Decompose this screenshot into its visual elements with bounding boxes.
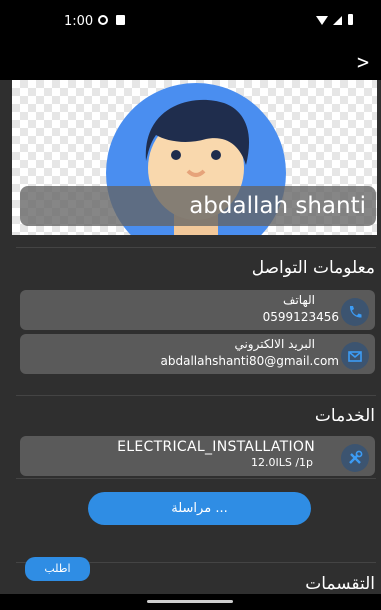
forward-chevron-icon[interactable]: > xyxy=(357,50,369,74)
home-handle[interactable] xyxy=(147,600,233,603)
reviews-section-title: التقسمات xyxy=(305,574,375,594)
divider xyxy=(16,395,376,396)
service-price: 12.0ILS /1p xyxy=(250,456,313,469)
phone-card[interactable]: الهاتف 0599123456 xyxy=(20,290,375,330)
signal-icon xyxy=(333,16,342,25)
phone-icon[interactable] xyxy=(341,298,369,326)
order-button[interactable]: اطلب xyxy=(25,557,90,581)
message-button[interactable]: مراسلة ... xyxy=(88,492,311,525)
app-bar: > xyxy=(0,44,381,80)
profile-name: abdallah shanti xyxy=(20,186,376,226)
profile-screen: 1:00 > abdallah shanti معلومات التواصل ا… xyxy=(0,0,381,610)
service-item[interactable]: ELECTRICAL_INSTALLATION 12.0ILS /1p xyxy=(20,436,375,476)
vpn-icon xyxy=(98,15,108,25)
email-value: abdallahshanti80@gmail.com xyxy=(160,354,339,368)
gesture-nav-bar xyxy=(0,594,381,610)
divider xyxy=(16,478,376,479)
mail-icon[interactable] xyxy=(341,342,369,370)
email-label: البريد الالكتروني xyxy=(234,337,315,351)
status-bar: 1:00 xyxy=(0,0,381,44)
phone-label: الهاتف xyxy=(283,293,315,307)
profile-header: abdallah shanti xyxy=(12,80,377,235)
contact-section-title: معلومات التواصل xyxy=(251,258,375,278)
status-time: 1:00 xyxy=(64,14,94,29)
battery-icon xyxy=(348,14,353,25)
service-name: ELECTRICAL_INSTALLATION xyxy=(117,439,315,455)
services-section-title: الخدمات xyxy=(314,406,375,426)
divider xyxy=(16,247,376,248)
email-card[interactable]: البريد الالكتروني abdallahshanti80@gmail… xyxy=(20,334,375,374)
tools-icon[interactable] xyxy=(341,444,369,472)
sd-card-icon xyxy=(116,15,125,25)
phone-value: 0599123456 xyxy=(262,310,339,324)
wifi-icon xyxy=(316,16,328,25)
